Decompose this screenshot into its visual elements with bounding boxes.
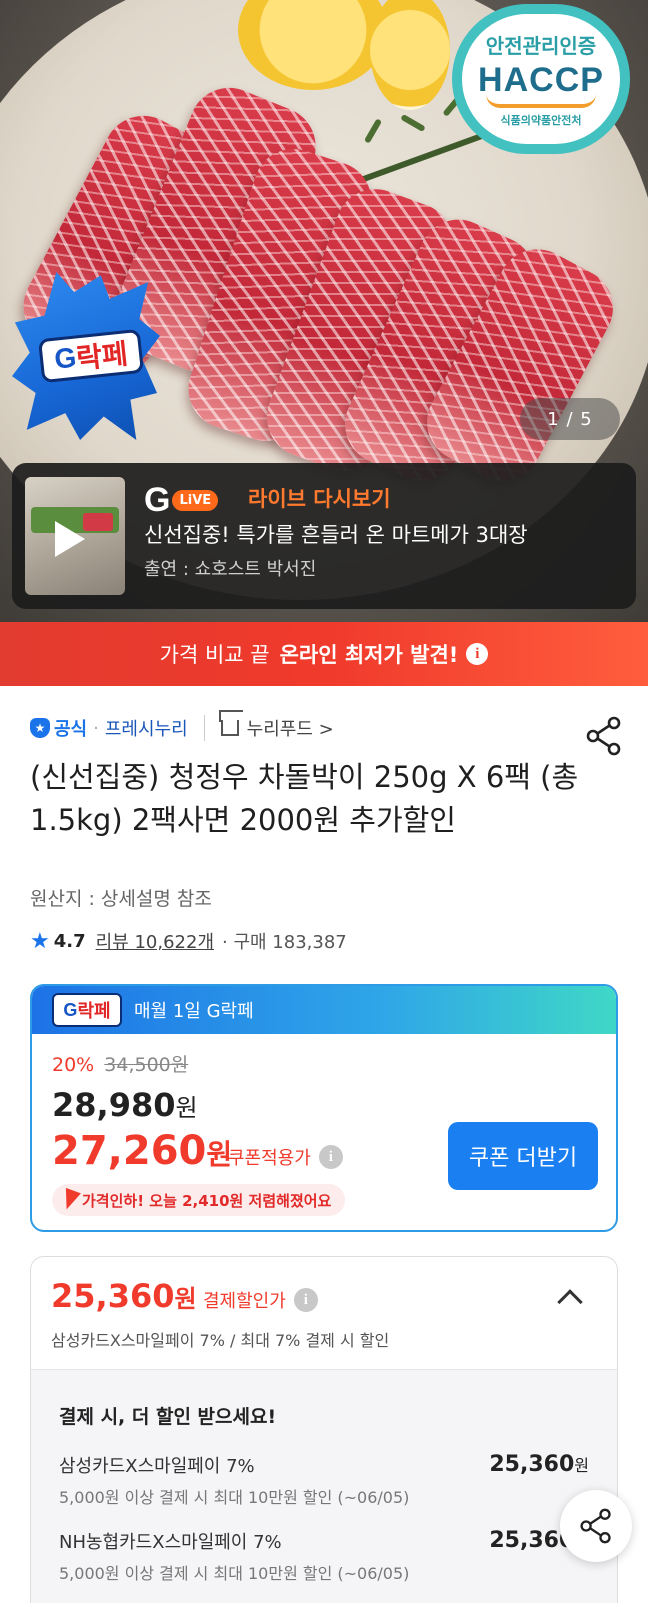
origin-info: 원산지 : 상세설명 참조 [30, 888, 212, 910]
purchase-count: · 구매 183,387 [222, 932, 347, 953]
mini-g: G [63, 999, 78, 1020]
haccp-swoosh [486, 94, 596, 108]
share-icon[interactable] [586, 716, 622, 756]
discount-row: 20% 34,500원 [52, 1050, 188, 1077]
payment-price-value: 25,360 [51, 1277, 175, 1315]
store-row: ★ 공식 · 프레시누리 누리푸드 > [30, 715, 334, 741]
payment-price-unit: 원 [174, 1285, 197, 1313]
g-lakpe-header-text: 매월 1일 G락페 [134, 1001, 254, 1022]
g-lakpe-mini-logo: G 락페 [52, 993, 122, 1027]
divider [203, 715, 205, 741]
down-arrow-icon [59, 1187, 81, 1213]
coupon-price-value: 27,260 [52, 1128, 207, 1174]
haccp-badge: 안전관리인증 HACCP 식품의약품안전처 [452, 4, 630, 154]
offer-condition: 5,000원 이상 결제 시 최대 10만원 할인 (~06/05) [59, 1564, 410, 1583]
home-icon [220, 720, 239, 736]
payment-offers: 결제 시, 더 할인 받으세요! 삼성카드X스마일페이 7% 5,000원 이상… [31, 1369, 617, 1603]
store-name-link[interactable]: 프레시누리 [105, 715, 188, 741]
haccp-line1: 안전관리인증 [485, 36, 597, 58]
price-drop-text: 가격인하! 오늘 2,410원 저렴해졌어요 [82, 1191, 332, 1210]
live-replay-title: 라이브 다시보기 [248, 487, 391, 511]
coupon-label-text: 쿠폰적용가 [228, 1148, 311, 1169]
g-live-logo: G LiVE [144, 481, 219, 520]
official-badge-icon: ★ [30, 718, 50, 738]
coupon-label: 쿠폰적용가 i [228, 1144, 343, 1170]
official-label: 공식 [54, 719, 88, 740]
sale-price: 28,980원 [52, 1086, 198, 1124]
brand-link[interactable]: 누리푸드 > [247, 715, 334, 741]
payment-price: 25,360원 [51, 1277, 197, 1315]
haccp-line3: 식품의약품안전처 [500, 114, 582, 127]
offer-amount-unit: 원 [574, 1456, 589, 1475]
lowest-price-banner[interactable]: 가격 비교 끝 온라인 최저가 발견! i [0, 622, 648, 686]
product-image-carousel[interactable]: 안전관리인증 HACCP 식품의약품안전처 G 락페 1 / 5 G LiVE 라… [0, 0, 648, 622]
g-lakpe-price-card: G 락페 매월 1일 G락페 20% 34,500원 28,980원 27,260… [30, 984, 618, 1232]
g-lakpe-card-header: G 락페 매월 1일 G락페 [32, 986, 616, 1034]
payment-discount-card: 25,360원 결제할인가 i 삼성카드X스마일페이 7% / 최대 7% 결제… [30, 1256, 618, 1603]
chevron-up-icon[interactable] [557, 1289, 583, 1315]
offer-amount-value: 25,360 [489, 1452, 575, 1477]
payment-offer-item[interactable]: 삼성카드X스마일페이 7% 5,000원 이상 결제 시 최대 10만원 할인 … [59, 1452, 589, 1508]
payment-label-text: 결제할인가 [203, 1291, 286, 1312]
play-icon[interactable] [55, 521, 85, 557]
live-thumbnail[interactable] [25, 477, 125, 595]
sale-price-value: 28,980 [52, 1086, 176, 1124]
live-tag: LiVE [172, 490, 219, 511]
coupon-price: 27,260원 [52, 1128, 232, 1174]
payment-offers-title: 결제 시, 더 할인 받으세요! [59, 1406, 277, 1428]
discount-percent: 20% [52, 1054, 95, 1076]
payment-offer-item[interactable]: NH농협카드X스마일페이 7% 5,000원 이상 결제 시 최대 10만원 할… [59, 1528, 589, 1584]
payment-discount-summary[interactable]: 25,360원 결제할인가 i 삼성카드X스마일페이 7% / 최대 7% 결제… [31, 1257, 617, 1369]
product-title: (신선집중) 청정우 차돌박이 250g X 6팩 (총 1.5kg) 2팩사면… [30, 760, 579, 837]
info-icon[interactable]: i [466, 643, 489, 665]
get-more-coupons-button[interactable]: 쿠폰 더받기 [448, 1122, 598, 1190]
rating-row: ★ 4.7 리뷰 10,622개 · 구매 183,387 [30, 928, 347, 954]
banner-prefix: 가격 비교 끝 [159, 643, 270, 667]
rating-value: 4.7 [53, 930, 86, 952]
info-icon[interactable]: i [318, 1145, 343, 1169]
original-price: 34,500원 [104, 1054, 189, 1076]
offer-amount: 25,360원 [489, 1452, 589, 1477]
payment-sub: 삼성카드X스마일페이 7% / 최대 7% 결제 시 할인 [51, 1331, 390, 1350]
info-icon[interactable]: i [293, 1288, 318, 1312]
sale-price-unit: 원 [175, 1094, 198, 1122]
floating-share-button[interactable] [560, 1490, 632, 1562]
banner-highlight: 온라인 최저가 발견! [279, 643, 459, 667]
payment-label: 결제할인가 i [203, 1287, 318, 1313]
star-icon: ★ [30, 928, 50, 954]
dot-separator: · [93, 717, 99, 739]
thumb-shelf [83, 513, 113, 531]
share-icon [580, 1508, 611, 1544]
page-counter: 1 / 5 [520, 398, 620, 440]
review-link[interactable]: 리뷰 10,622개 [96, 928, 214, 954]
live-replay-card[interactable]: G LiVE 라이브 다시보기 신선집중! 특가를 흔들러 온 마트메가 3대장… [12, 463, 636, 609]
offer-condition: 5,000원 이상 결제 시 최대 10만원 할인 (~06/05) [59, 1488, 410, 1507]
live-cast: 출연 : 쇼호스트 박서진 [144, 559, 317, 580]
mini-g-rest: 락페 [77, 1001, 111, 1021]
live-headline: 신선집중! 특가를 흔들러 온 마트메가 3대장 [144, 523, 528, 547]
g-live-g: G [144, 481, 171, 519]
price-drop-notice: 가격인하! 오늘 2,410원 저렴해졌어요 [52, 1184, 346, 1216]
g-lakpe-rest: 락페 [74, 338, 130, 375]
